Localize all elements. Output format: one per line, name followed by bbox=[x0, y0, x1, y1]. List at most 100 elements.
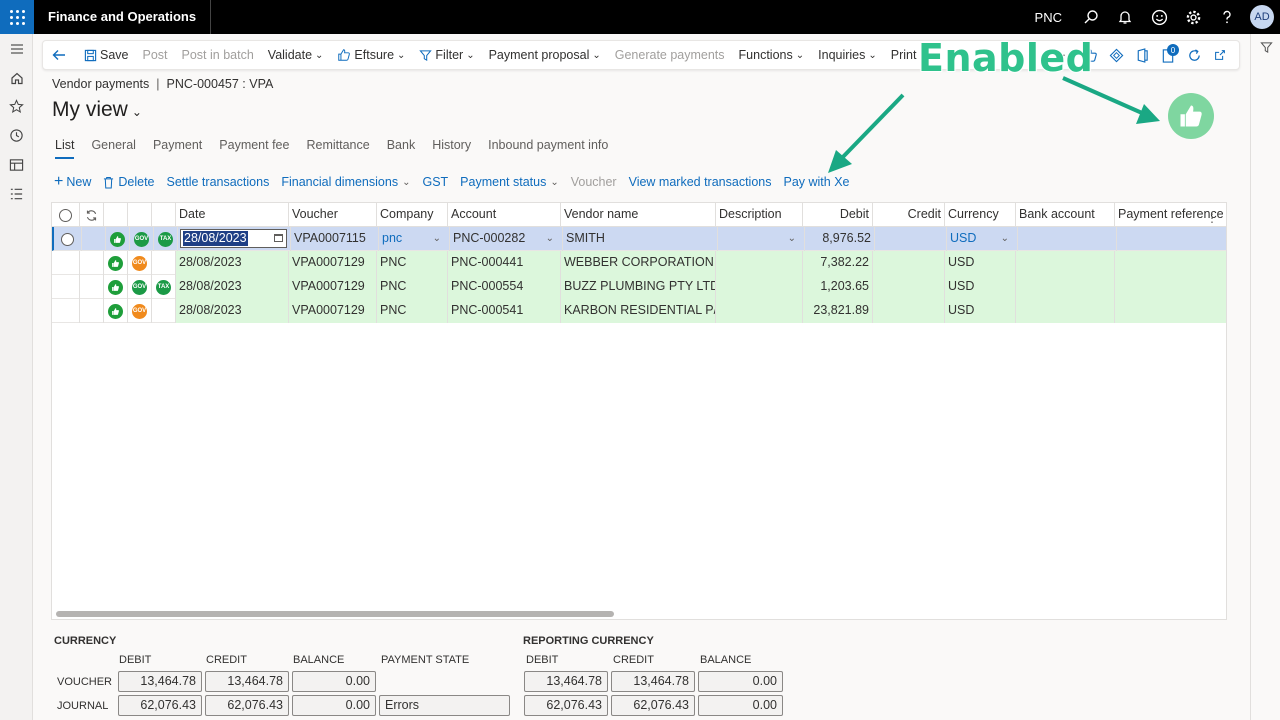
tab-remittance[interactable]: Remittance bbox=[306, 138, 369, 159]
description-cell[interactable] bbox=[716, 251, 803, 275]
tab-payment[interactable]: Payment bbox=[153, 138, 202, 159]
row-select-toggle[interactable] bbox=[54, 227, 82, 251]
view-selector[interactable]: My view ⌄ bbox=[52, 98, 142, 122]
save-button[interactable]: Save bbox=[77, 41, 136, 69]
eftsure-menu[interactable]: Eftsure ⌄ bbox=[330, 41, 412, 69]
voucher-cell[interactable]: VPA0007129 bbox=[289, 251, 377, 275]
tab-payment-fee[interactable]: Payment fee bbox=[219, 138, 289, 159]
app-title[interactable]: Finance and Operations bbox=[34, 0, 212, 34]
power-apps-button[interactable] bbox=[1103, 41, 1129, 69]
office-button[interactable] bbox=[1129, 41, 1155, 69]
payment-reference-cell[interactable] bbox=[1115, 299, 1226, 323]
description-select[interactable]: ⌄ bbox=[718, 227, 805, 251]
currency-select[interactable]: USD ⌄ bbox=[947, 227, 1018, 251]
company-picker[interactable]: PNC bbox=[1035, 10, 1062, 25]
generate-payments-button[interactable]: Generate payments bbox=[608, 41, 732, 69]
workspaces-button[interactable] bbox=[0, 150, 33, 179]
voucher-cell[interactable]: VPA0007115 bbox=[291, 227, 379, 251]
column-header-currency[interactable]: Currency bbox=[945, 203, 1016, 227]
credit-cell[interactable] bbox=[873, 299, 945, 323]
hamburger-menu-button[interactable] bbox=[0, 34, 33, 63]
search-button[interactable] bbox=[1074, 0, 1108, 34]
debit-cell[interactable]: 1,203.65 bbox=[803, 275, 873, 299]
bank-account-cell[interactable] bbox=[1018, 227, 1117, 251]
column-header-bank-account[interactable]: Bank account bbox=[1016, 203, 1115, 227]
column-header-company[interactable]: Company bbox=[377, 203, 448, 227]
voucher-button[interactable]: Voucher bbox=[571, 175, 617, 189]
attachments-button[interactable]: 0 bbox=[1155, 41, 1181, 69]
breadcrumb-parent[interactable]: Vendor payments bbox=[52, 77, 149, 91]
post-in-batch-button[interactable]: Post in batch bbox=[175, 41, 261, 69]
company-select[interactable]: pnc ⌄ bbox=[379, 227, 450, 251]
tab-bank[interactable]: Bank bbox=[387, 138, 416, 159]
tab-history[interactable]: History bbox=[432, 138, 471, 159]
payment-reference-cell[interactable] bbox=[1117, 227, 1226, 251]
debit-cell[interactable]: 7,382.22 bbox=[803, 251, 873, 275]
debit-cell[interactable]: 8,976.52 bbox=[805, 227, 875, 251]
calendar-icon[interactable] bbox=[274, 234, 283, 242]
tab-inbound-payment-info[interactable]: Inbound payment info bbox=[488, 138, 608, 159]
voucher-cell[interactable]: VPA0007129 bbox=[289, 299, 377, 323]
feedback-button[interactable] bbox=[1142, 0, 1176, 34]
date-field-editor[interactable]: 28/08/2023 bbox=[180, 229, 287, 248]
date-cell[interactable]: 28/08/2023 bbox=[176, 299, 289, 323]
column-header-account[interactable]: Account bbox=[448, 203, 561, 227]
settle-transactions-button[interactable]: Settle transactions bbox=[167, 175, 270, 189]
settings-button[interactable] bbox=[1176, 0, 1210, 34]
financial-dimensions-menu[interactable]: Financial dimensions ⌄ bbox=[281, 175, 410, 189]
functions-menu[interactable]: Functions ⌄ bbox=[732, 41, 812, 69]
column-header-vendor-name[interactable]: Vendor name bbox=[561, 203, 716, 227]
chevron-down-icon[interactable]: ⌄ bbox=[788, 227, 796, 250]
chevron-down-icon[interactable]: ⌄ bbox=[546, 227, 554, 250]
pay-with-xe-button[interactable]: Pay with Xe bbox=[783, 175, 849, 189]
open-new-window-button[interactable] bbox=[1207, 41, 1233, 69]
select-all-toggle[interactable] bbox=[52, 203, 80, 227]
more-vertical-icon[interactable]: ⋮ bbox=[1206, 207, 1218, 227]
inquiries-menu[interactable]: Inquiries ⌄ bbox=[811, 41, 884, 69]
date-cell[interactable]: 28/08/2023 bbox=[176, 251, 289, 275]
date-cell[interactable]: 28/08/2023 bbox=[176, 275, 289, 299]
notifications-button[interactable] bbox=[1108, 0, 1142, 34]
bank-account-cell[interactable] bbox=[1016, 251, 1115, 275]
table-row[interactable]: GOV TAX 28/08/2023 VPA0007129 PNC PNC-00… bbox=[52, 275, 1226, 299]
view-marked-transactions-button[interactable]: View marked transactions bbox=[629, 175, 772, 189]
description-cell[interactable] bbox=[716, 275, 803, 299]
credit-cell[interactable] bbox=[873, 275, 945, 299]
help-button[interactable] bbox=[1210, 0, 1244, 34]
chevron-down-icon[interactable]: ⌄ bbox=[1001, 227, 1009, 250]
avatar[interactable]: AD bbox=[1250, 5, 1274, 29]
horizontal-scrollbar[interactable] bbox=[56, 611, 614, 617]
refresh-grid-button[interactable] bbox=[80, 203, 104, 227]
app-launcher-button[interactable] bbox=[0, 0, 34, 34]
modules-button[interactable] bbox=[0, 179, 33, 208]
table-row[interactable]: GOV 28/08/2023 VPA0007129 PNC PNC-000541… bbox=[52, 299, 1226, 323]
company-cell[interactable]: PNC bbox=[377, 251, 448, 275]
payment-reference-cell[interactable] bbox=[1115, 275, 1226, 299]
validate-menu[interactable]: Validate ⌄ bbox=[261, 41, 331, 69]
home-button[interactable] bbox=[0, 63, 33, 92]
tab-general[interactable]: General bbox=[91, 138, 135, 159]
bank-account-cell[interactable] bbox=[1016, 275, 1115, 299]
new-line-button[interactable]: + New bbox=[54, 174, 91, 190]
voucher-cell[interactable]: VPA0007129 bbox=[289, 275, 377, 299]
currency-cell[interactable]: USD bbox=[945, 275, 1016, 299]
account-cell[interactable]: PNC-000441 bbox=[448, 251, 561, 275]
column-header-debit[interactable]: Debit bbox=[803, 203, 873, 227]
credit-cell[interactable] bbox=[873, 251, 945, 275]
credit-cell[interactable] bbox=[875, 227, 947, 251]
account-select[interactable]: PNC-000282 ⌄ bbox=[450, 227, 563, 251]
company-cell[interactable]: PNC bbox=[377, 299, 448, 323]
filter-pane-button[interactable] bbox=[1251, 34, 1280, 60]
post-button[interactable]: Post bbox=[136, 41, 175, 69]
row-select-toggle[interactable] bbox=[52, 275, 80, 299]
currency-cell[interactable]: USD bbox=[945, 299, 1016, 323]
payment-proposal-menu[interactable]: Payment proposal ⌄ bbox=[482, 41, 608, 69]
bank-account-cell[interactable] bbox=[1016, 299, 1115, 323]
refresh-button[interactable] bbox=[1181, 41, 1207, 69]
back-button[interactable] bbox=[43, 41, 77, 69]
column-header-voucher[interactable]: Voucher bbox=[289, 203, 377, 227]
payment-status-menu[interactable]: Payment status ⌄ bbox=[460, 175, 559, 189]
currency-cell[interactable]: USD bbox=[945, 251, 1016, 275]
recent-button[interactable] bbox=[0, 121, 33, 150]
column-header-date[interactable]: Date bbox=[176, 203, 289, 227]
